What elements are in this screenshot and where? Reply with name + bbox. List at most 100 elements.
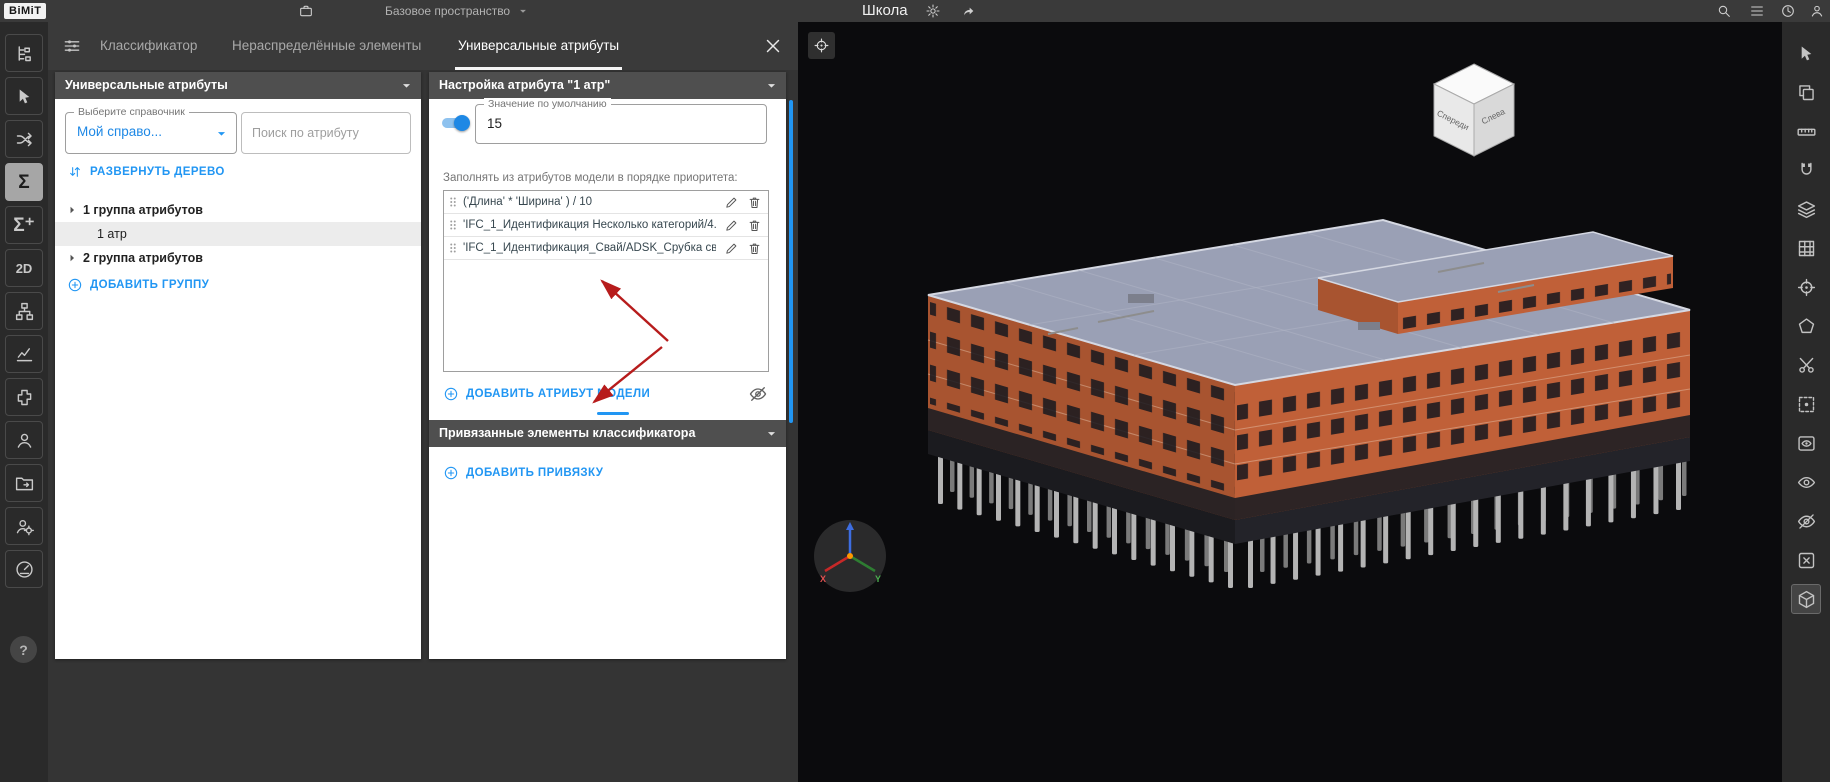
default-value-toggle[interactable] [440, 115, 470, 131]
focus-model-button[interactable] [808, 32, 835, 59]
attribute-search-input[interactable] [241, 112, 411, 154]
navigation-cube[interactable]: Спереди Слева [1432, 62, 1516, 162]
left-toolbar: Σ Σ⁺ 2D ? [0, 22, 48, 782]
edit-icon[interactable] [724, 218, 739, 233]
vp-show-button[interactable] [1791, 467, 1821, 497]
hide-preview-icon[interactable] [748, 384, 768, 404]
vp-storeys-button[interactable] [1791, 194, 1821, 224]
tree-item-1-atr[interactable]: 1 атр [55, 222, 421, 246]
2d-icon: 2D [15, 260, 33, 276]
model-tree-button[interactable] [5, 34, 43, 72]
scissors-icon [1796, 355, 1817, 376]
select-tool-button[interactable] [5, 77, 43, 115]
model-viewport[interactable]: Спереди Слева X Y [798, 22, 1782, 782]
bindings-title: Привязанные элементы классификатора [439, 426, 696, 440]
tree-group-label: 1 группа атрибутов [83, 203, 203, 217]
delete-icon[interactable] [747, 195, 762, 210]
bimit-app: BiMiT Базовое пространство Школа Σ Σ⁺ 2D… [0, 0, 1830, 782]
add-model-attribute-link[interactable]: ДОБАВИТЬ АТРИБУТ МОДЕЛИ [443, 384, 650, 404]
profile-icon[interactable] [1809, 3, 1825, 19]
dashboard-button[interactable] [5, 550, 43, 588]
magnet-icon [1796, 160, 1817, 181]
vp-measure-button[interactable] [1791, 116, 1821, 146]
tab-unassigned-elements[interactable]: Нераспределённые элементы [232, 22, 421, 70]
section-box-icon [1796, 394, 1817, 415]
add-binding-label: ДОБАВИТЬ ПРИВЯЗКУ [466, 467, 604, 479]
attribute-formula: 'IFC_1_Идентификация Несколько категорий… [463, 219, 716, 231]
search-icon[interactable] [1716, 3, 1732, 19]
vp-filter-cube-button[interactable] [1791, 584, 1821, 614]
reference-select-value: Мой справо... [77, 124, 163, 139]
right-toolbar [1782, 22, 1830, 782]
expand-tree-link[interactable]: РАЗВЕРНУТЬ ДЕРЕВО [67, 164, 225, 180]
tree-group-2[interactable]: 2 группа атрибутов [55, 246, 421, 270]
sigma-plus-icon: Σ⁺ [13, 214, 35, 236]
attributes-plus-button[interactable]: Σ⁺ [5, 206, 43, 244]
tab-classifier[interactable]: Классификатор [100, 22, 197, 70]
tab-universal-attributes[interactable]: Универсальные атрибуты [454, 22, 623, 70]
default-value-field[interactable]: Значение по умолчанию 15 [475, 98, 767, 144]
attribute-formula: ('Длина' * 'Ширина' ) / 10 [463, 196, 593, 208]
add-group-link[interactable]: ДОБАВИТЬ ГРУППУ [67, 276, 209, 294]
model-attribute-row[interactable]: 'IFC_1_Идентификация Несколько категорий… [444, 214, 768, 237]
expand-node-icon[interactable] [65, 203, 79, 217]
vp-hide-button[interactable] [1791, 506, 1821, 536]
vp-copy-button[interactable] [1791, 77, 1821, 107]
list-menu-icon[interactable] [1749, 3, 1765, 19]
universal-attributes-button[interactable]: Σ [5, 163, 43, 201]
app-logo[interactable]: BiMiT [4, 3, 47, 19]
plugins-button[interactable] [5, 378, 43, 416]
drag-handle-icon[interactable] [446, 241, 460, 255]
settings-panel-header[interactable]: Настройка атрибута "1 атр" [429, 72, 786, 99]
edit-icon[interactable] [724, 241, 739, 256]
vertical-scrollbar[interactable] [789, 100, 793, 423]
help-button[interactable]: ? [10, 636, 37, 663]
reference-select-label: Выберите справочник [74, 106, 189, 118]
share-icon[interactable] [960, 3, 976, 19]
model-attribute-row[interactable]: ('Длина' * 'Ширина' ) / 10 [444, 191, 768, 214]
horizontal-scrollbar[interactable] [597, 412, 629, 415]
add-binding-link[interactable]: ДОБАВИТЬ ПРИВЯЗКУ [443, 464, 603, 482]
delete-icon[interactable] [747, 241, 762, 256]
tree-group-1[interactable]: 1 группа атрибутов [55, 198, 421, 222]
history-icon[interactable] [1780, 3, 1796, 19]
axis-y-label: Y [875, 574, 881, 584]
hierarchy-button[interactable] [5, 292, 43, 330]
workspace-selector[interactable]: Базовое пространство [385, 0, 530, 22]
users-button[interactable] [5, 421, 43, 459]
vp-section-cut-button[interactable] [1791, 350, 1821, 380]
workspace-briefcase-icon[interactable] [298, 3, 314, 19]
panel-menu-icon[interactable] [62, 36, 82, 56]
vp-grid-button[interactable] [1791, 233, 1821, 263]
relations-button[interactable] [5, 120, 43, 158]
vp-select-button[interactable] [1791, 38, 1821, 68]
default-value-label: Значение по умолчанию [484, 98, 611, 110]
collapse-icon [763, 425, 780, 442]
crosshair-icon [813, 37, 830, 54]
bindings-header[interactable]: Привязанные элементы классификатора [429, 420, 786, 447]
drag-handle-icon[interactable] [446, 218, 460, 232]
reference-select[interactable]: Выберите справочник Мой справо... [65, 106, 237, 154]
edit-icon[interactable] [724, 195, 739, 210]
vp-area-button[interactable] [1791, 311, 1821, 341]
model-attribute-row[interactable]: 'IFC_1_Идентификация_Свай/ADSK_Срубка св… [444, 237, 768, 260]
vp-clear-button[interactable] [1791, 545, 1821, 575]
vp-focus-button[interactable] [1791, 272, 1821, 302]
building-model [927, 218, 1691, 588]
vp-snap-button[interactable] [1791, 155, 1821, 185]
vp-section-box-button[interactable] [1791, 389, 1821, 419]
vp-visibility-box-button[interactable] [1791, 428, 1821, 458]
user-settings-button[interactable] [5, 507, 43, 545]
toggle-knob [454, 115, 470, 131]
analytics-button[interactable] [5, 335, 43, 373]
gauge-icon [14, 559, 35, 580]
axis-gizmo[interactable]: X Y [812, 518, 888, 594]
view-2d-button[interactable]: 2D [5, 249, 43, 287]
drag-handle-icon[interactable] [446, 195, 460, 209]
close-panel-icon[interactable] [762, 35, 784, 57]
shared-folder-button[interactable] [5, 464, 43, 502]
delete-icon[interactable] [747, 218, 762, 233]
attributes-panel-header[interactable]: Универсальные атрибуты [55, 72, 421, 99]
project-settings-icon[interactable] [925, 3, 941, 19]
expand-node-icon[interactable] [65, 251, 79, 265]
